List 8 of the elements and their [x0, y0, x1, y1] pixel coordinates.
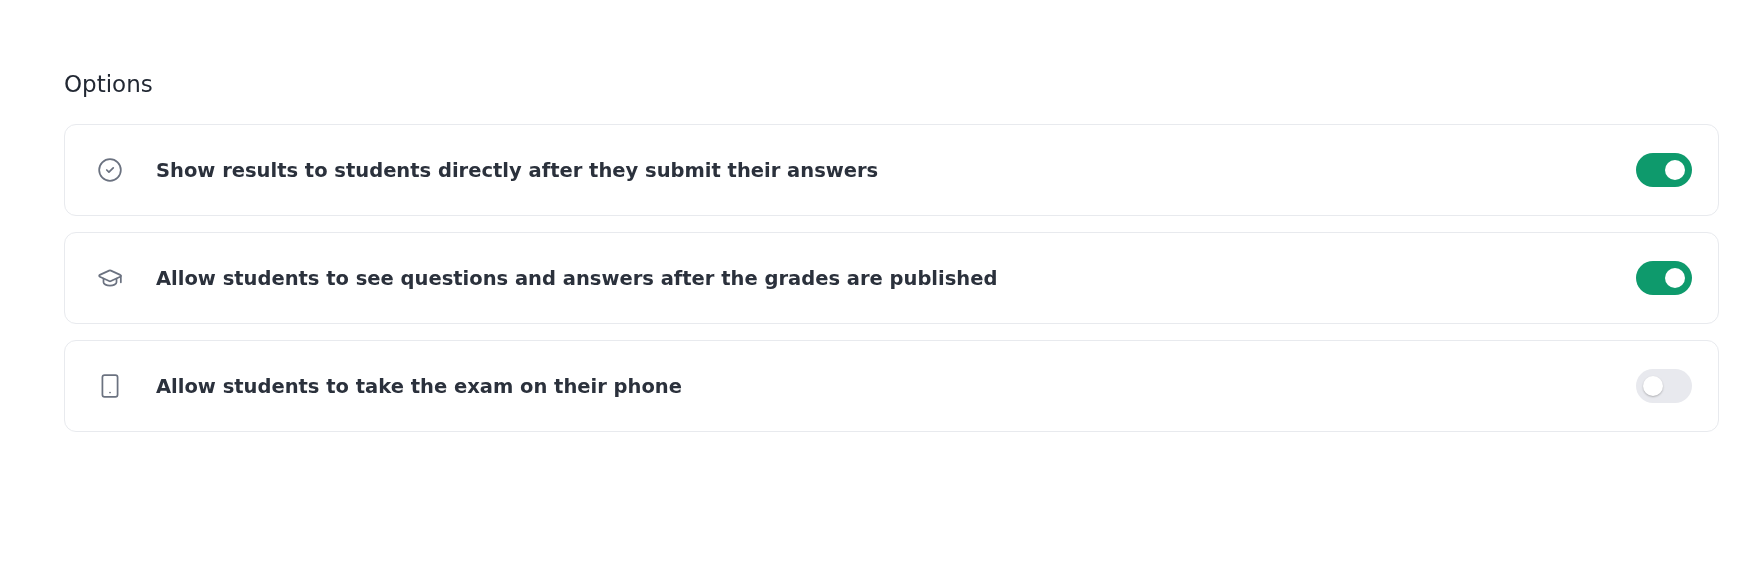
- section-title: Options: [64, 70, 154, 99]
- option-label: Show results to students directly after they submit their answers: [156, 158, 880, 182]
- option-label: Allow students to see questions and answers after the grades are published: [156, 266, 999, 290]
- check-circle-icon: [97, 157, 123, 183]
- toggle-switch[interactable]: [1636, 369, 1692, 403]
- toggle-switch[interactable]: [1636, 261, 1692, 295]
- option-label: Allow students to take the exam on their phone: [156, 374, 683, 398]
- toggle-switch[interactable]: [1636, 153, 1692, 187]
